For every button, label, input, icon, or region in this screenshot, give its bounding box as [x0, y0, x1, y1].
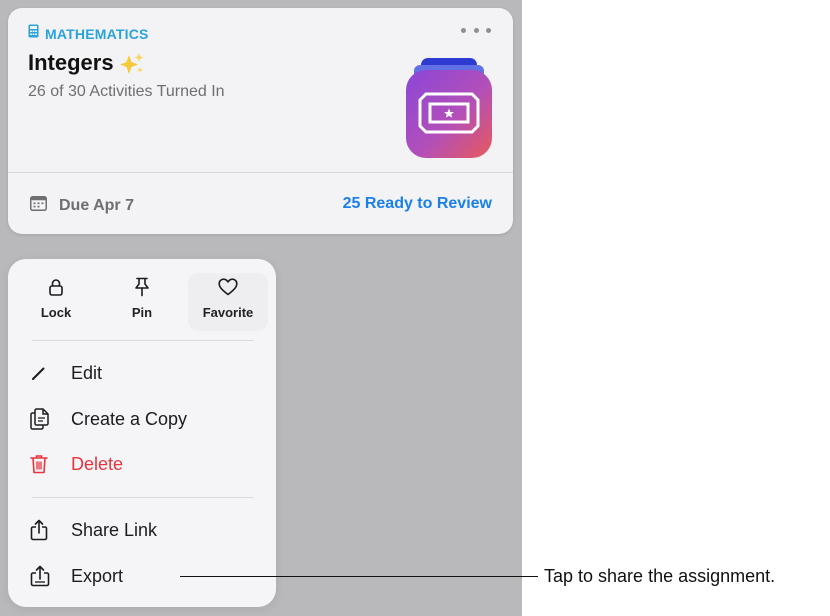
- share-link-label: Share Link: [71, 519, 158, 540]
- more-options-button[interactable]: [461, 18, 491, 42]
- more-dot-icon: [473, 27, 479, 33]
- export-icon: [30, 565, 60, 587]
- lock-label: Lock: [40, 305, 72, 320]
- card-divider: [8, 172, 513, 173]
- share-icon: [30, 519, 60, 541]
- assignment-card[interactable]: MATHEMATICS Integers 26 of 30 Activities…: [8, 8, 513, 234]
- calendar-icon: [30, 195, 47, 216]
- favorite-button[interactable]: Favorite: [188, 273, 268, 331]
- menu-divider: [32, 340, 254, 341]
- subject-tag: MATHEMATICS: [28, 24, 149, 43]
- heart-icon: [218, 273, 238, 301]
- edit-label: Edit: [71, 362, 103, 383]
- sparkles-icon: [119, 52, 145, 81]
- delete-menu-item[interactable]: Delete: [30, 446, 260, 482]
- lock-icon: [49, 273, 63, 301]
- more-dot-icon: [461, 27, 466, 33]
- trash-icon: [30, 454, 60, 474]
- favorite-label: Favorite: [202, 305, 254, 320]
- menu-divider: [32, 497, 254, 498]
- due-date-label: Due Apr 7: [59, 196, 134, 214]
- context-menu: Lock Pin Favorite Edit Create a Copy Del…: [8, 259, 276, 607]
- export-label: Export: [71, 565, 124, 586]
- pin-label: Pin: [131, 305, 153, 320]
- callout-line: [180, 576, 538, 577]
- pencil-icon: [30, 364, 60, 382]
- copy-icon: [30, 408, 60, 430]
- delete-label: Delete: [71, 453, 124, 474]
- subject-label: MATHEMATICS: [45, 25, 149, 42]
- share-link-menu-item[interactable]: Share Link: [30, 512, 260, 548]
- create-copy-menu-item[interactable]: Create a Copy: [30, 401, 260, 437]
- create-copy-label: Create a Copy: [71, 408, 188, 429]
- callout-text: Tap to share the assignment.: [544, 566, 776, 586]
- activities-status: 26 of 30 Activities Turned In: [28, 83, 225, 100]
- calculator-icon: [28, 24, 39, 43]
- more-dot-icon: [486, 27, 491, 33]
- lock-button[interactable]: Lock: [16, 273, 96, 331]
- assignment-title: Integers: [28, 50, 114, 75]
- due-date: Due Apr 7: [30, 195, 134, 216]
- pin-button[interactable]: Pin: [102, 273, 182, 331]
- ready-to-review-link[interactable]: 25 Ready to Review: [343, 195, 492, 213]
- schoolwork-app-icon: [406, 56, 492, 160]
- screen-background: MATHEMATICS Integers 26 of 30 Activities…: [0, 0, 522, 616]
- edit-menu-item[interactable]: Edit: [30, 355, 260, 391]
- pin-icon: [134, 273, 150, 301]
